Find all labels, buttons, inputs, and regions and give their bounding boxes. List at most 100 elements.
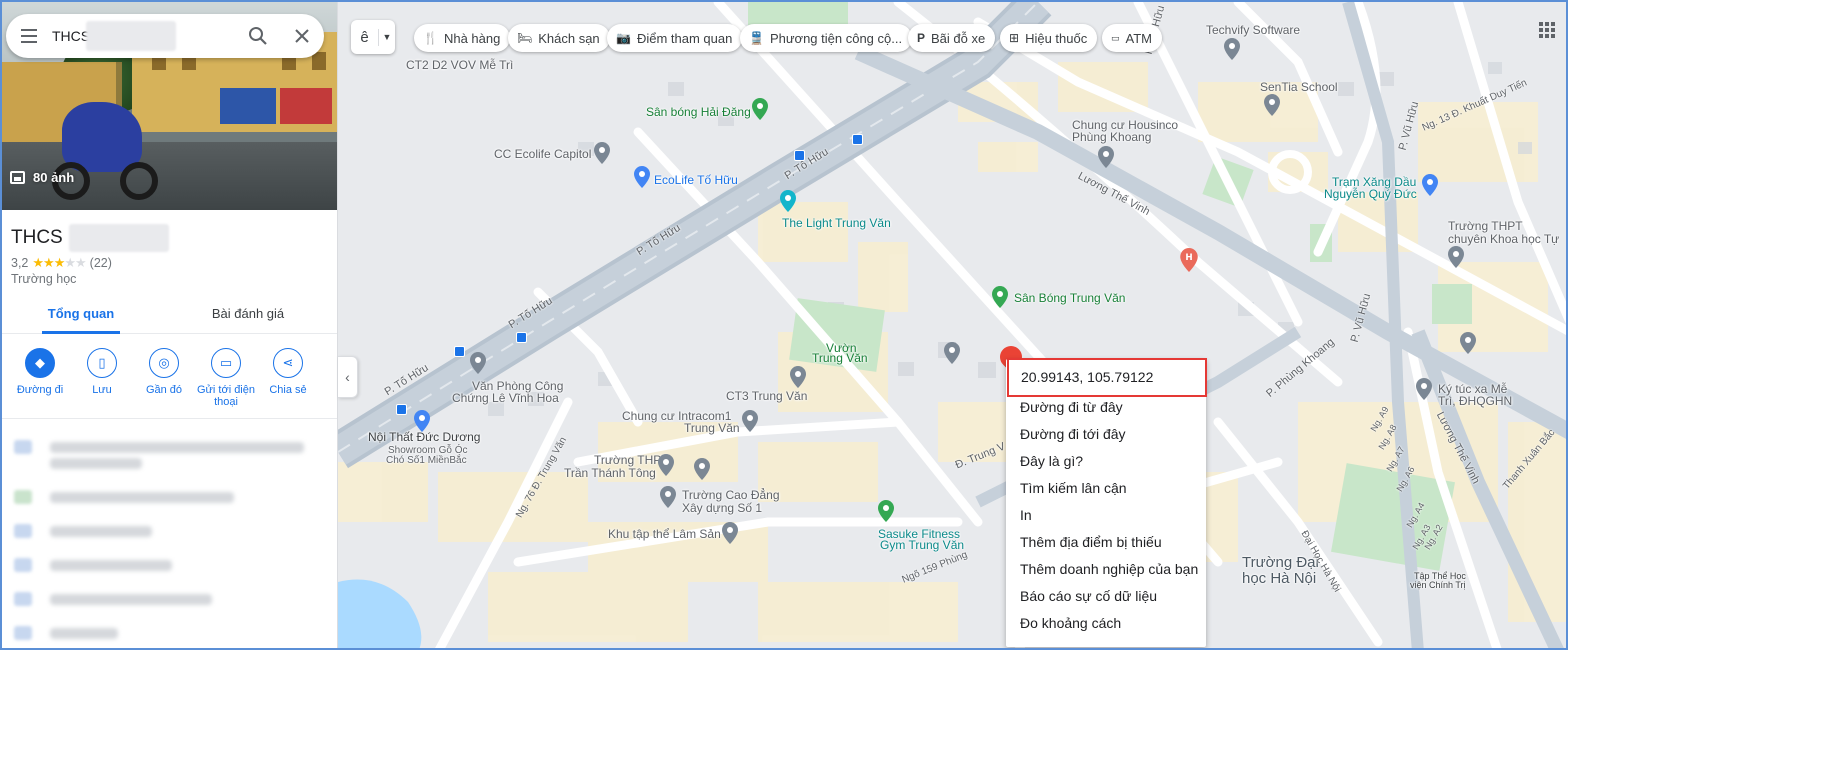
map-label-ct2[interactable]: CT2 D2 VOV Mễ Trì [406, 58, 513, 72]
atm-icon: ▭ [1111, 32, 1120, 43]
chip-label: Nhà hàng [443, 30, 501, 46]
map-label-ky-tuc-2[interactable]: Trì, ĐHQGHN [1438, 394, 1512, 408]
context-menu-item-directions-from[interactable]: Đường đi từ đây [1006, 394, 1206, 421]
map-label-lam-san[interactable]: Khu tập thể Lâm Sản [608, 527, 721, 541]
bus-stop-icon[interactable] [516, 332, 527, 343]
info-row[interactable] [2, 588, 337, 612]
tab-overview[interactable]: Tổng quan [42, 300, 120, 334]
bus-stop-icon[interactable] [852, 134, 863, 145]
close-icon[interactable] [292, 26, 312, 46]
chip-label: Phương tiện công cộ... [769, 30, 903, 46]
pharmacy-icon: ⊞ [1009, 31, 1020, 45]
rating-row[interactable]: 3,2 ★★★★★ (22) [11, 255, 112, 271]
map-label-sentia[interactable]: SenTia School [1260, 80, 1338, 94]
map-label-noi-that[interactable]: Nội Thất Đức Dương [368, 430, 480, 444]
map-label-ecolife-to-huu[interactable]: EcoLife Tố Hữu [654, 173, 738, 187]
nearby-button[interactable]: ◎ Gần đó [134, 348, 194, 396]
photo-count-badge[interactable]: 80 ảnh [10, 170, 74, 185]
context-menu-item-directions-to[interactable]: Đường đi tới đây [1006, 421, 1206, 448]
photo-count-label: 80 ảnh [33, 170, 75, 185]
screenshot-frame: H CT2 D2 VOV Mễ Trì Sân bóng Hải Đăng CC… [0, 0, 1568, 650]
search-input[interactable]: THCS [52, 28, 90, 44]
language-label: ê [351, 28, 379, 46]
hamburger-menu-icon[interactable] [6, 14, 52, 58]
language-toggle-button[interactable]: ê ▼ [351, 20, 395, 54]
map-label-techvify[interactable]: Techvify Software [1206, 23, 1300, 37]
directions-button[interactable]: ◆ Đường đi [10, 348, 70, 396]
chip-label: Bãi đỗ xe [931, 30, 986, 46]
chip-nha-hang[interactable]: 🍴 Nhà hàng [414, 24, 511, 52]
map-label-the-light[interactable]: The Light Trung Văn [782, 216, 891, 230]
map-canvas[interactable]: H CT2 D2 VOV Mễ Trì Sân bóng Hải Đăng CC… [338, 2, 1566, 648]
info-row[interactable] [2, 622, 337, 646]
section-divider [2, 418, 337, 419]
action-buttons: ◆ Đường đi ▯ Lưu ◎ Gần đó ▭ Gửi tới điện… [2, 348, 337, 412]
map-label-van-phong-2[interactable]: Chứng Lê Vĩnh Hoa [452, 391, 559, 405]
chip-bai-do-xe[interactable]: P Bãi đỗ xe [908, 24, 996, 52]
collapse-panel-button[interactable]: ‹ [338, 356, 358, 398]
bus-stop-icon[interactable] [454, 346, 465, 357]
star-rating-icon: ★★★★★ [32, 255, 86, 270]
info-row[interactable] [2, 554, 337, 578]
chip-atm[interactable]: ▭ ATM [1102, 24, 1162, 52]
map-label-cao-dang-2[interactable]: Xây dựng Số 1 [682, 501, 762, 515]
transit-icon: 🚆 [749, 31, 764, 45]
chip-diem-tham-quan[interactable]: 📷 Điểm tham quan [607, 24, 743, 52]
camera-icon: 📷 [616, 31, 631, 45]
parking-icon: P [917, 31, 926, 45]
map-label-housinco-2[interactable]: Phùng Khoang [1072, 130, 1151, 144]
map-label-vuon-2[interactable]: Trung Văn [812, 351, 868, 365]
action-label: Chia sẻ [269, 384, 307, 396]
context-menu-item-search-nearby[interactable]: Tìm kiếm lân cận [1006, 475, 1206, 502]
map-label-hoc-vien-2[interactable]: viện Chính Trị [1410, 580, 1466, 590]
search-icon[interactable] [248, 26, 268, 46]
info-row[interactable] [2, 520, 337, 544]
map-label-ct3[interactable]: CT3 Trung Văn [726, 389, 807, 403]
chip-label: Hiệu thuốc [1025, 30, 1088, 46]
context-menu-item-print[interactable]: In [1006, 502, 1206, 529]
map-label-dh-ha-noi-1[interactable]: Trường Đại [1242, 554, 1319, 571]
map-label-san-bong-trung-van[interactable]: Sân Bóng Trung Văn [1014, 291, 1125, 305]
review-count[interactable]: (22) [90, 256, 112, 270]
chip-phuong-tien[interactable]: 🚆 Phương tiện công cộ... [740, 24, 913, 52]
context-menu-item-add-missing-place[interactable]: Thêm địa điểm bị thiếu [1006, 529, 1206, 556]
map-label-thpt-tran-2[interactable]: Trần Thánh Tông [564, 466, 656, 480]
action-label: Đường đi [16, 384, 64, 396]
map-label-tram-xang-2[interactable]: Nguyễn Quý Đức [1324, 187, 1417, 201]
chip-khach-san[interactable]: 🛏 Khách sạn [508, 24, 610, 52]
info-row[interactable] [2, 486, 337, 510]
map-label-intracom-2[interactable]: Trung Văn [684, 421, 740, 435]
tab-reviews[interactable]: Bài đánh giá [200, 300, 296, 334]
redacted-place-name [68, 224, 169, 252]
chip-hieu-thuoc[interactable]: ⊞ Hiệu thuốc [1000, 24, 1098, 52]
map-context-menu: Đường đi từ đây Đường đi tới đây Đây là … [1006, 359, 1206, 647]
redacted-search-text [86, 21, 176, 51]
apps-grid-icon[interactable] [1539, 22, 1555, 38]
map-label-sasuke-2[interactable]: Gym Trung Văn [880, 538, 964, 552]
map-label-cao-dang-1[interactable]: Trường Cao Đẳng [682, 488, 780, 502]
map-label-san-bong-hai-dang[interactable]: Sân bóng Hải Đăng [646, 105, 751, 119]
context-menu-item-whats-here[interactable]: Đây là gì? [1006, 448, 1206, 475]
search-box[interactable]: THCS [6, 14, 324, 58]
context-menu-coordinates[interactable]: 20.99143, 105.79122 [1007, 358, 1207, 397]
context-menu-item-measure-distance[interactable]: Đo khoảng cách [1006, 610, 1206, 637]
fork-knife-icon: 🍴 [423, 31, 438, 45]
place-title-prefix: THCS [11, 227, 63, 248]
context-menu-item-add-business[interactable]: Thêm doanh nghiệp của bạn [1006, 556, 1206, 583]
place-category[interactable]: Trường học [11, 272, 76, 286]
map-label-cc-ecolife[interactable]: CC Ecolife Capitol [494, 147, 591, 161]
map-label-thpt-chuyen-2[interactable]: chuyên Khoa học Tự [1448, 232, 1559, 246]
bus-stop-icon[interactable] [794, 150, 805, 161]
chevron-down-icon[interactable]: ▼ [379, 32, 395, 42]
send-to-phone-button[interactable]: ▭ Gửi tới điện thoại [196, 348, 256, 408]
map-label-thpt-chuyen-1[interactable]: Trường THPT [1448, 219, 1523, 233]
bed-icon: 🛏 [517, 31, 533, 45]
info-row[interactable] [2, 452, 337, 476]
share-button[interactable]: ⋖ Chia sẻ [258, 348, 318, 396]
save-button[interactable]: ▯ Lưu [72, 348, 132, 396]
chip-label: ATM [1125, 30, 1152, 46]
context-menu-item-report-data-issue[interactable]: Báo cáo sự cố dữ liệu [1006, 583, 1206, 610]
bus-stop-icon[interactable] [396, 404, 407, 415]
map-label-dh-ha-noi-2[interactable]: học Hà Nội [1242, 570, 1316, 587]
map-label-showroom-2[interactable]: Chó Số1 MiềnBắc [386, 455, 467, 466]
